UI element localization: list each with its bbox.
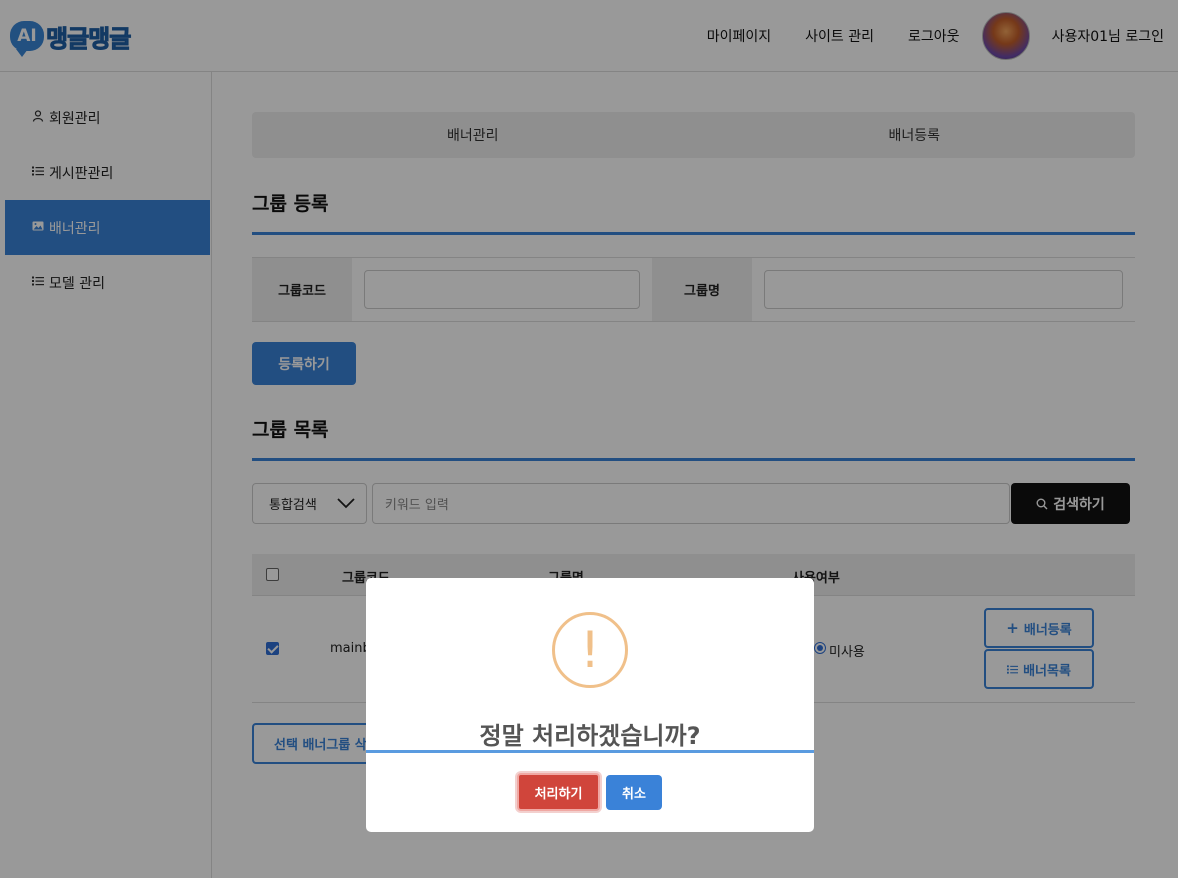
- dialog-divider: [366, 750, 814, 753]
- dialog-title: 정말 처리하겠습니까?: [479, 722, 701, 750]
- confirm-button[interactable]: 처리하기: [517, 773, 600, 811]
- warning-icon: !: [552, 612, 628, 688]
- confirm-dialog: ! 정말 처리하겠습니까? 처리하기 취소: [366, 578, 814, 832]
- cancel-button[interactable]: 취소: [606, 775, 662, 810]
